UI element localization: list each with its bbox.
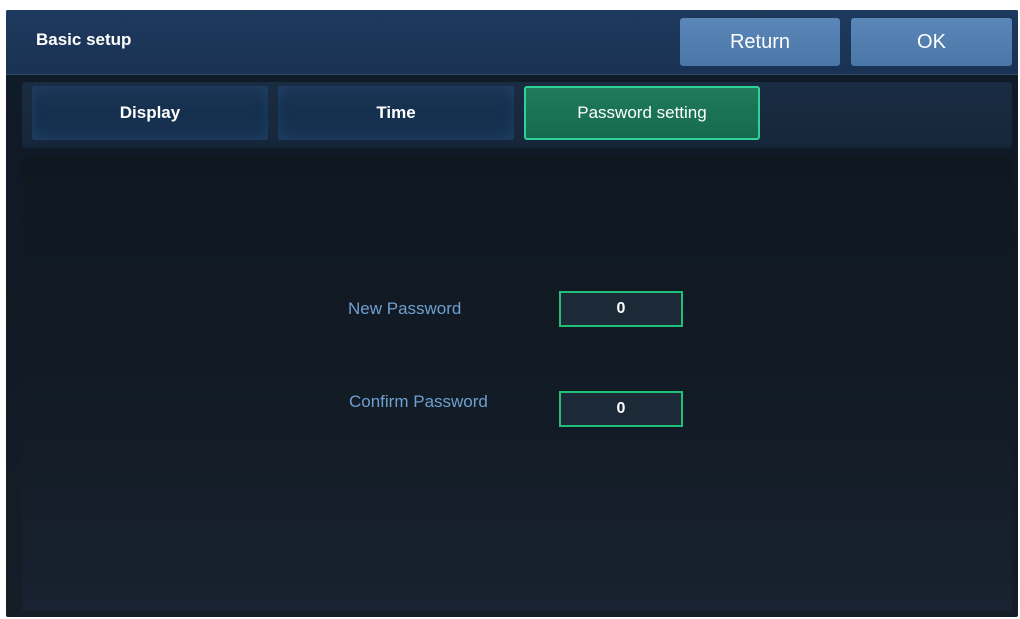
tab-display[interactable]: Display [32, 86, 268, 140]
password-settings-panel: New Password 0 Confirm Password 0 [22, 156, 1012, 611]
return-button[interactable]: Return [680, 18, 840, 66]
new-password-label: New Password [348, 299, 462, 318]
ok-button[interactable]: OK [851, 18, 1012, 66]
basic-setup-screen: Basic setup Return OK Display Time Passw… [6, 10, 1018, 617]
tab-password-setting[interactable]: Password setting [524, 86, 760, 140]
tab-bar: Display Time Password setting [22, 82, 1012, 148]
title-bar: Basic setup Return OK [6, 10, 1018, 75]
tab-time[interactable]: Time [278, 86, 514, 140]
confirm-password-field[interactable]: 0 [559, 391, 683, 427]
confirm-password-label: Confirm Password [349, 392, 488, 411]
page-title: Basic setup [36, 30, 132, 49]
new-password-field[interactable]: 0 [559, 291, 683, 327]
